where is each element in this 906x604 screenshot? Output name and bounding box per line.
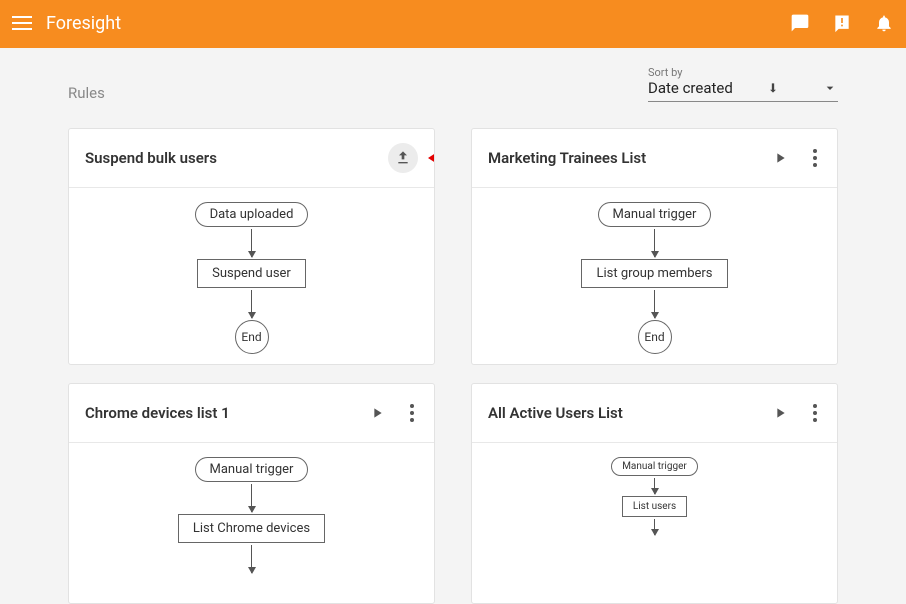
rule-flow: Manual trigger List group members End [472,188,837,364]
book-icon[interactable] [832,13,852,33]
rule-card: Chrome devices list 1 Manual trigger Lis… [68,383,435,604]
flow-trigger: Manual trigger [195,457,309,482]
arrow-down-icon [251,229,252,257]
annotation-arrow [428,149,435,167]
flow-end: End [235,320,269,354]
rule-flow: Manual trigger List Chrome devices [69,443,434,603]
arrow-down-icon [654,229,655,257]
more-menu[interactable] [809,400,821,426]
rule-title: Marketing Trainees List [488,149,646,167]
rule-title: Suspend bulk users [85,149,217,167]
bell-icon[interactable] [874,13,894,33]
run-button[interactable] [765,143,795,173]
run-button[interactable] [362,398,392,428]
more-menu[interactable] [406,400,418,426]
arrow-down-icon [654,519,655,535]
arrow-down-icon [251,484,252,512]
rule-title: Chrome devices list 1 [85,404,230,422]
flow-step: List group members [581,259,727,288]
play-icon [369,405,385,421]
arrow-down-icon [654,290,655,318]
upload-button[interactable] [388,143,418,173]
chevron-down-icon[interactable] [822,80,838,96]
flow-end: End [638,320,672,354]
sort-value: Date created [648,79,733,97]
flow-trigger: Manual trigger [598,202,712,227]
page-header: Rules Sort by Date created [68,66,838,102]
arrow-down-icon [251,545,252,573]
more-menu[interactable] [809,145,821,171]
page-title: Rules [68,84,105,102]
play-icon [772,150,788,166]
flow-trigger: Data uploaded [195,202,309,227]
app-title: Foresight [46,13,121,34]
rule-flow: Data uploaded Suspend user End [69,188,434,364]
sort-dropdown[interactable]: Sort by Date created [648,66,838,102]
arrow-down-icon [654,478,655,494]
rule-card: Suspend bulk users Data uploaded Suspend… [68,128,435,365]
flow-step: List users [622,496,687,517]
rule-title: All Active Users List [488,404,623,422]
sort-label: Sort by [648,66,838,79]
top-bar: Foresight [0,0,906,48]
flow-step: List Chrome devices [178,514,325,543]
arrow-down-icon [251,290,252,318]
flow-trigger: Manual trigger [611,457,698,476]
rule-card: Marketing Trainees List Manual trigger L… [471,128,838,365]
rules-grid: Suspend bulk users Data uploaded Suspend… [68,128,838,604]
rule-card: All Active Users List Manual trigger Lis… [471,383,838,604]
sort-direction-icon[interactable] [766,81,780,95]
play-icon [772,405,788,421]
menu-icon[interactable] [12,16,32,30]
chat-icon[interactable] [790,13,810,33]
run-button[interactable] [765,398,795,428]
rule-flow: Manual trigger List users [472,443,837,603]
flow-step: Suspend user [197,259,306,288]
upload-icon [395,150,411,166]
